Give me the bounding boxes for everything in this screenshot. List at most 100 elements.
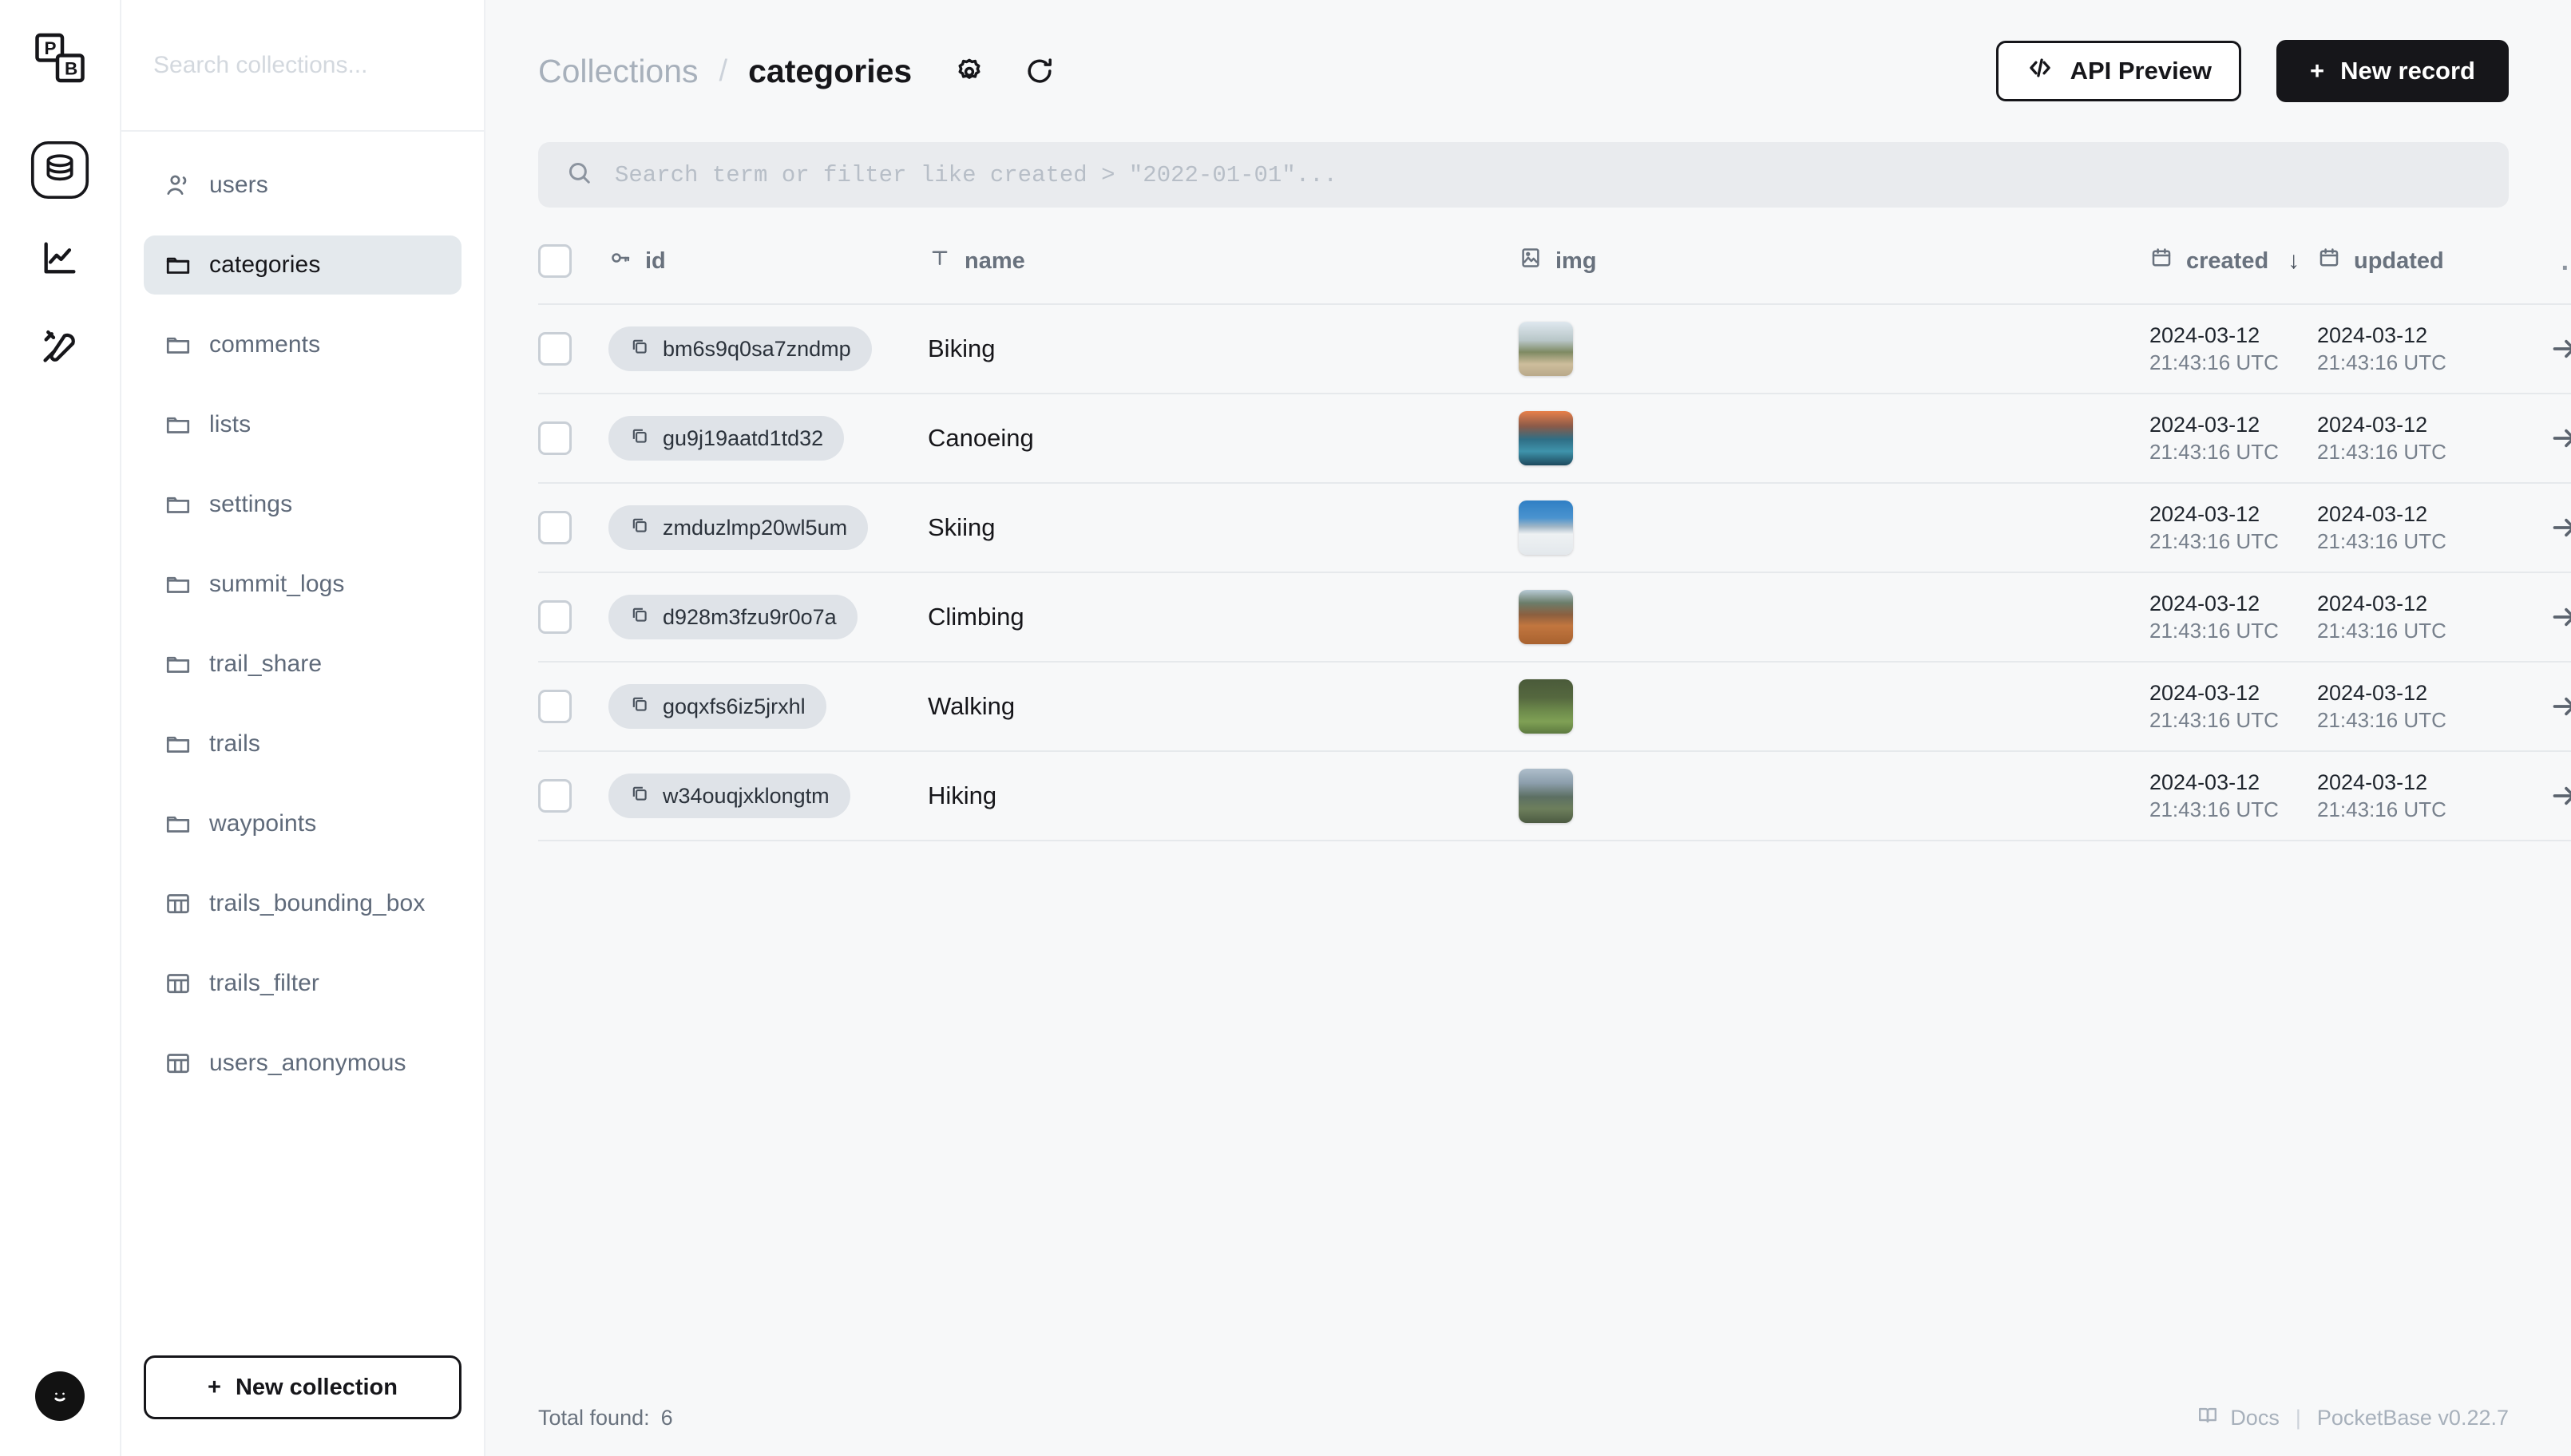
sidebar-item-summit-logs[interactable]: summit_logs xyxy=(144,555,462,614)
records-search-bar[interactable] xyxy=(538,142,2509,208)
row-created-cell: 2024-03-12 21:43:16 UTC xyxy=(2149,662,2317,751)
id-copy-pill[interactable]: d928m3fzu9r0o7a xyxy=(608,595,858,639)
sidebar-item-waypoints[interactable]: waypoints xyxy=(144,794,462,853)
row-checkbox[interactable] xyxy=(538,600,572,634)
new-record-button[interactable]: + New record xyxy=(2276,40,2509,102)
th-updated-sort[interactable]: updated xyxy=(2317,246,2501,276)
table-icon xyxy=(164,970,192,997)
row-updated-cell: 2024-03-12 21:43:16 UTC xyxy=(2317,394,2501,483)
rail-item-collections[interactable] xyxy=(26,136,94,204)
row-created-cell: 2024-03-12 21:43:16 UTC xyxy=(2149,304,2317,394)
open-record-arrow-icon[interactable] xyxy=(2501,333,2571,365)
table-row[interactable]: bm6s9q0sa7zndmp Biking 2024-03-12 21:43:… xyxy=(538,304,2571,394)
search-collections-input[interactable] xyxy=(153,52,452,79)
sidebar-item-comments[interactable]: comments xyxy=(144,315,462,374)
th-img-sort[interactable]: img xyxy=(1519,246,2149,276)
row-id-cell: gu9j19aatd1td32 xyxy=(608,394,928,483)
rail-item-logs[interactable] xyxy=(26,224,94,292)
record-thumbnail[interactable] xyxy=(1519,679,1573,734)
row-checkbox[interactable] xyxy=(538,421,572,455)
select-all-checkbox[interactable] xyxy=(538,244,572,278)
open-record-arrow-icon[interactable] xyxy=(2501,422,2571,454)
row-checkbox[interactable] xyxy=(538,511,572,544)
open-record-arrow-icon[interactable] xyxy=(2501,512,2571,544)
id-copy-pill[interactable]: zmduzlmp20wl5um xyxy=(608,505,868,550)
row-checkbox[interactable] xyxy=(538,779,572,813)
open-record-arrow-icon[interactable] xyxy=(2501,601,2571,633)
users-icon xyxy=(164,172,192,199)
plus-icon: + xyxy=(2310,57,2324,85)
calendar-icon xyxy=(2317,246,2341,276)
th-id-sort[interactable]: id xyxy=(608,246,928,276)
sidebar-footer: + New collection xyxy=(121,1341,484,1456)
sidebar-item-lists[interactable]: lists xyxy=(144,395,462,454)
th-name: name xyxy=(928,244,1519,304)
id-copy-pill[interactable]: w34ouqjxklongtm xyxy=(608,774,850,818)
updated-date: 2024-03-12 xyxy=(2317,769,2501,797)
avatar[interactable] xyxy=(35,1371,85,1421)
id-copy-pill[interactable]: bm6s9q0sa7zndmp xyxy=(608,326,872,371)
rail-item-settings[interactable] xyxy=(26,311,94,380)
gear-icon[interactable] xyxy=(949,50,990,92)
th-created-sort[interactable]: created ↓ xyxy=(2149,246,2317,276)
key-icon xyxy=(608,246,632,276)
record-thumbnail[interactable] xyxy=(1519,322,1573,376)
sidebar-item-categories[interactable]: categories xyxy=(144,235,462,295)
open-record-arrow-icon[interactable] xyxy=(2501,780,2571,812)
table-icon xyxy=(164,1050,192,1077)
docs-link[interactable]: Docs xyxy=(2197,1404,2280,1432)
record-thumbnail[interactable] xyxy=(1519,769,1573,823)
open-record-arrow-icon[interactable] xyxy=(2501,690,2571,722)
table-row[interactable]: goqxfs6iz5jrxhl Walking 2024-03-12 21:43… xyxy=(538,662,2571,751)
copy-icon xyxy=(629,783,650,809)
table-row[interactable]: zmduzlmp20wl5um Skiing 2024-03-12 21:43:… xyxy=(538,483,2571,572)
sidebar-item-label: trails xyxy=(209,730,260,758)
th-name-sort[interactable]: name xyxy=(928,246,1519,276)
row-img-cell xyxy=(1519,483,2149,572)
folder-icon xyxy=(164,331,192,358)
breadcrumb: Collections / categories xyxy=(538,53,912,90)
th-updated: updated xyxy=(2317,244,2501,304)
id-copy-pill[interactable]: goqxfs6iz5jrxhl xyxy=(608,684,826,729)
sidebar-item-label: lists xyxy=(209,411,251,438)
records-search-input[interactable] xyxy=(615,162,2482,188)
updated-time: 21:43:16 UTC xyxy=(2317,439,2501,465)
row-id-cell: zmduzlmp20wl5um xyxy=(608,483,928,572)
total-found-value: 6 xyxy=(661,1406,673,1430)
breadcrumb-collections[interactable]: Collections xyxy=(538,53,699,90)
sidebar-item-trails-bounding-box[interactable]: trails_bounding_box xyxy=(144,874,462,933)
table-row[interactable]: d928m3fzu9r0o7a Climbing 2024-03-12 21:4… xyxy=(538,572,2571,662)
updated-date: 2024-03-12 xyxy=(2317,679,2501,707)
code-brackets-icon xyxy=(2026,53,2054,89)
row-checkbox[interactable] xyxy=(538,332,572,366)
sidebar-item-label: users xyxy=(209,172,268,199)
breadcrumb-separator: / xyxy=(719,54,728,89)
folder-icon xyxy=(164,730,192,758)
id-copy-pill[interactable]: gu9j19aatd1td32 xyxy=(608,416,844,461)
sidebar-item-settings[interactable]: settings xyxy=(144,475,462,534)
sidebar-item-trails-filter[interactable]: trails_filter xyxy=(144,954,462,1013)
sidebar-item-users-anonymous[interactable]: users_anonymous xyxy=(144,1034,462,1093)
api-preview-button[interactable]: API Preview xyxy=(1996,41,2241,101)
record-thumbnail[interactable] xyxy=(1519,500,1573,555)
refresh-icon[interactable] xyxy=(1019,50,1060,92)
row-checkbox[interactable] xyxy=(538,690,572,723)
row-action-cell xyxy=(2501,572,2571,662)
table-header-row: id name xyxy=(538,244,2571,304)
records-table: id name xyxy=(538,244,2571,841)
records-table-wrap: id name xyxy=(485,208,2571,1379)
record-thumbnail[interactable] xyxy=(1519,411,1573,465)
record-thumbnail[interactable] xyxy=(1519,590,1573,644)
table-row[interactable]: w34ouqjxklongtm Hiking 2024-03-12 21:43:… xyxy=(538,751,2571,841)
sidebar-item-label: trails_filter xyxy=(209,970,319,997)
sidebar-item-trails[interactable]: trails xyxy=(144,714,462,774)
total-found-label: Total found: xyxy=(538,1406,650,1430)
new-collection-button[interactable]: + New collection xyxy=(144,1355,462,1419)
table-row[interactable]: gu9j19aatd1td32 Canoeing 2024-03-12 21:4… xyxy=(538,394,2571,483)
updated-date: 2024-03-12 xyxy=(2317,322,2501,350)
row-img-cell xyxy=(1519,751,2149,841)
sidebar-item-label: trails_bounding_box xyxy=(209,890,425,917)
sidebar-item-trail-share[interactable]: trail_share xyxy=(144,635,462,694)
sidebar-item-users[interactable]: users xyxy=(144,156,462,215)
ellipsis-icon[interactable]: ... xyxy=(2561,246,2571,276)
